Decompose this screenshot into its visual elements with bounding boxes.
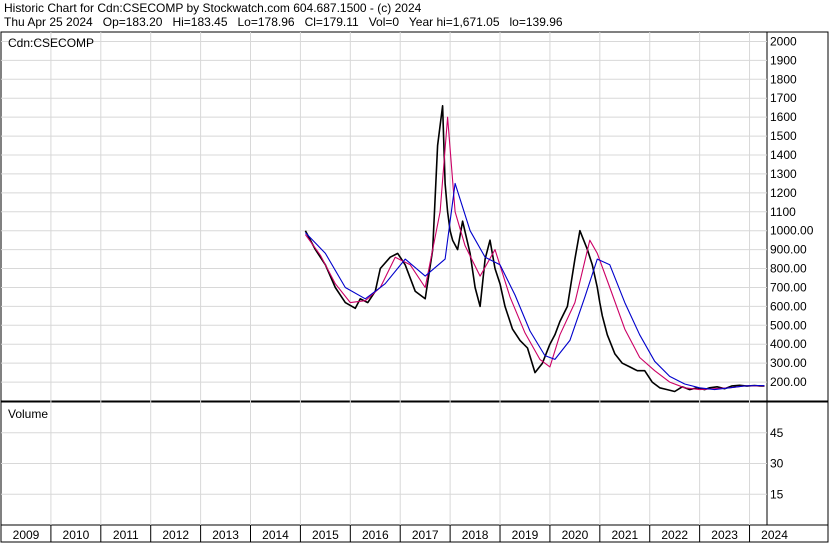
volume-tick-label: 45 — [770, 426, 784, 440]
price-tick-label: 1700 — [770, 91, 797, 105]
price-tick-label: 500.00 — [770, 318, 807, 332]
gridlines — [1, 32, 767, 542]
year-label: 2019 — [512, 528, 539, 542]
price-line — [304, 105, 765, 393]
price-tick-label: 900.00 — [770, 243, 807, 257]
price-tick-label: 1600 — [770, 110, 797, 124]
price-tick-label: 1100 — [770, 205, 796, 219]
price-tick-label: 1500 — [770, 129, 797, 143]
year-label: 2012 — [162, 528, 189, 542]
year-label: 2016 — [362, 528, 389, 542]
short-average-line — [304, 116, 765, 391]
price-series — [304, 105, 765, 393]
long-average-line — [305, 182, 765, 391]
price-tick-label: 700.00 — [770, 280, 807, 294]
price-tick-label: 1000.00 — [770, 224, 814, 238]
year-label: 2009 — [13, 528, 40, 542]
year-label: 2018 — [462, 528, 489, 542]
price-tick-label: 400.00 — [770, 337, 807, 351]
year-label: 2021 — [611, 528, 638, 542]
year-label: 2023 — [711, 528, 738, 542]
price-tick-label: 2000 — [770, 34, 797, 48]
year-label: 2014 — [262, 528, 289, 542]
year-label: 2024 — [761, 528, 788, 542]
volume-tick-label: 30 — [770, 457, 784, 471]
symbol-label: Cdn:CSECOMP — [8, 36, 94, 50]
year-label: 2010 — [63, 528, 90, 542]
price-tick-label: 1400 — [770, 148, 797, 162]
volume-axis-labels: 45 30 15 — [770, 426, 784, 502]
price-tick-label: 1300 — [770, 167, 797, 181]
year-label: 2022 — [661, 528, 688, 542]
year-label: 2017 — [412, 528, 439, 542]
year-label: 2011 — [113, 528, 139, 542]
price-tick-label: 1900 — [770, 53, 797, 67]
price-tick-label: 800.00 — [770, 262, 807, 276]
volume-panel-label: Volume — [8, 407, 48, 421]
price-axis-labels: 2000 1900 1800 1700 1600 1500 1400 1300 1200 1100… — [770, 34, 814, 389]
year-label: 2020 — [562, 528, 589, 542]
price-tick-label: 200.00 — [770, 375, 807, 389]
volume-tick-label: 15 — [770, 487, 784, 501]
year-label: 2013 — [212, 528, 239, 542]
price-tick-label: 1800 — [770, 72, 797, 86]
historic-chart: 2000 1900 1800 1700 1600 1500 1400 1300 1200 1100… — [0, 31, 829, 543]
price-tick-label: 300.00 — [770, 356, 807, 370]
price-tick-label: 1200 — [770, 186, 797, 200]
price-tick-label: 600.00 — [770, 299, 807, 313]
price-panel-frame — [0, 31, 829, 402]
year-label: 2015 — [312, 528, 339, 542]
